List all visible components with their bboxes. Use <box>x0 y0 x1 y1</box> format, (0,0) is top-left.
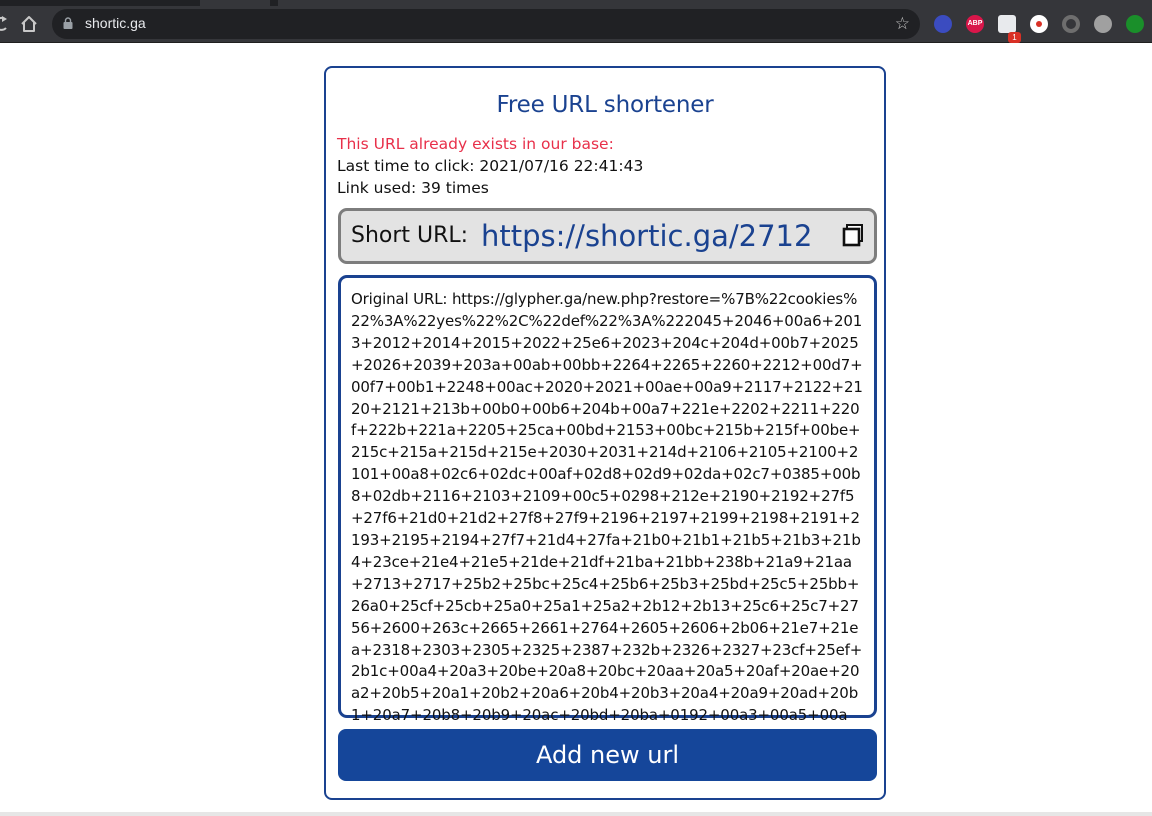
extension-circle-icon[interactable] <box>1062 15 1080 33</box>
extension-window-icon[interactable] <box>998 15 1016 33</box>
usage-count-info: Link used: 39 times <box>337 179 489 197</box>
short-url-link[interactable]: https://shortic.ga/2712 <box>481 219 812 253</box>
address-url: shortic.ga <box>85 15 146 31</box>
extension-green-icon[interactable] <box>1126 15 1144 33</box>
address-bar[interactable]: shortic.ga ☆ <box>52 9 920 39</box>
browser-toolbar: shortic.ga ☆ ABP 1 <box>0 6 1152 43</box>
original-url-text: Original URL: https://glypher.ga/new.php… <box>351 290 863 746</box>
extension-globe-icon[interactable] <box>934 15 952 33</box>
page-title: Free URL shortener <box>496 92 714 118</box>
lock-icon <box>63 17 73 29</box>
extension-shield-icon[interactable] <box>1094 15 1112 33</box>
reload-icon[interactable] <box>0 6 10 42</box>
home-icon[interactable] <box>18 6 40 42</box>
bookmark-star-icon[interactable]: ☆ <box>895 14 910 34</box>
duplicate-warning: This URL already exists in our base: <box>337 135 614 153</box>
adblock-plus-icon[interactable]: ABP <box>966 15 984 33</box>
last-click-info: Last time to click: 2021/07/16 22:41:43 <box>337 157 644 175</box>
original-url-box: Original URL: https://glypher.ga/new.php… <box>338 275 877 746</box>
short-url-box: Short URL: https://shortic.ga/2712 <box>338 208 877 264</box>
extension-record-icon[interactable] <box>1030 15 1048 33</box>
shortener-card: Free URL shortener This URL already exis… <box>324 66 886 800</box>
copy-icon[interactable] <box>842 223 864 247</box>
page-bottom-border <box>0 812 1152 816</box>
add-new-url-button[interactable]: Add new url <box>338 729 877 781</box>
short-url-label: Short URL: <box>351 223 469 248</box>
extension-count-badge: 1 <box>1008 32 1021 43</box>
